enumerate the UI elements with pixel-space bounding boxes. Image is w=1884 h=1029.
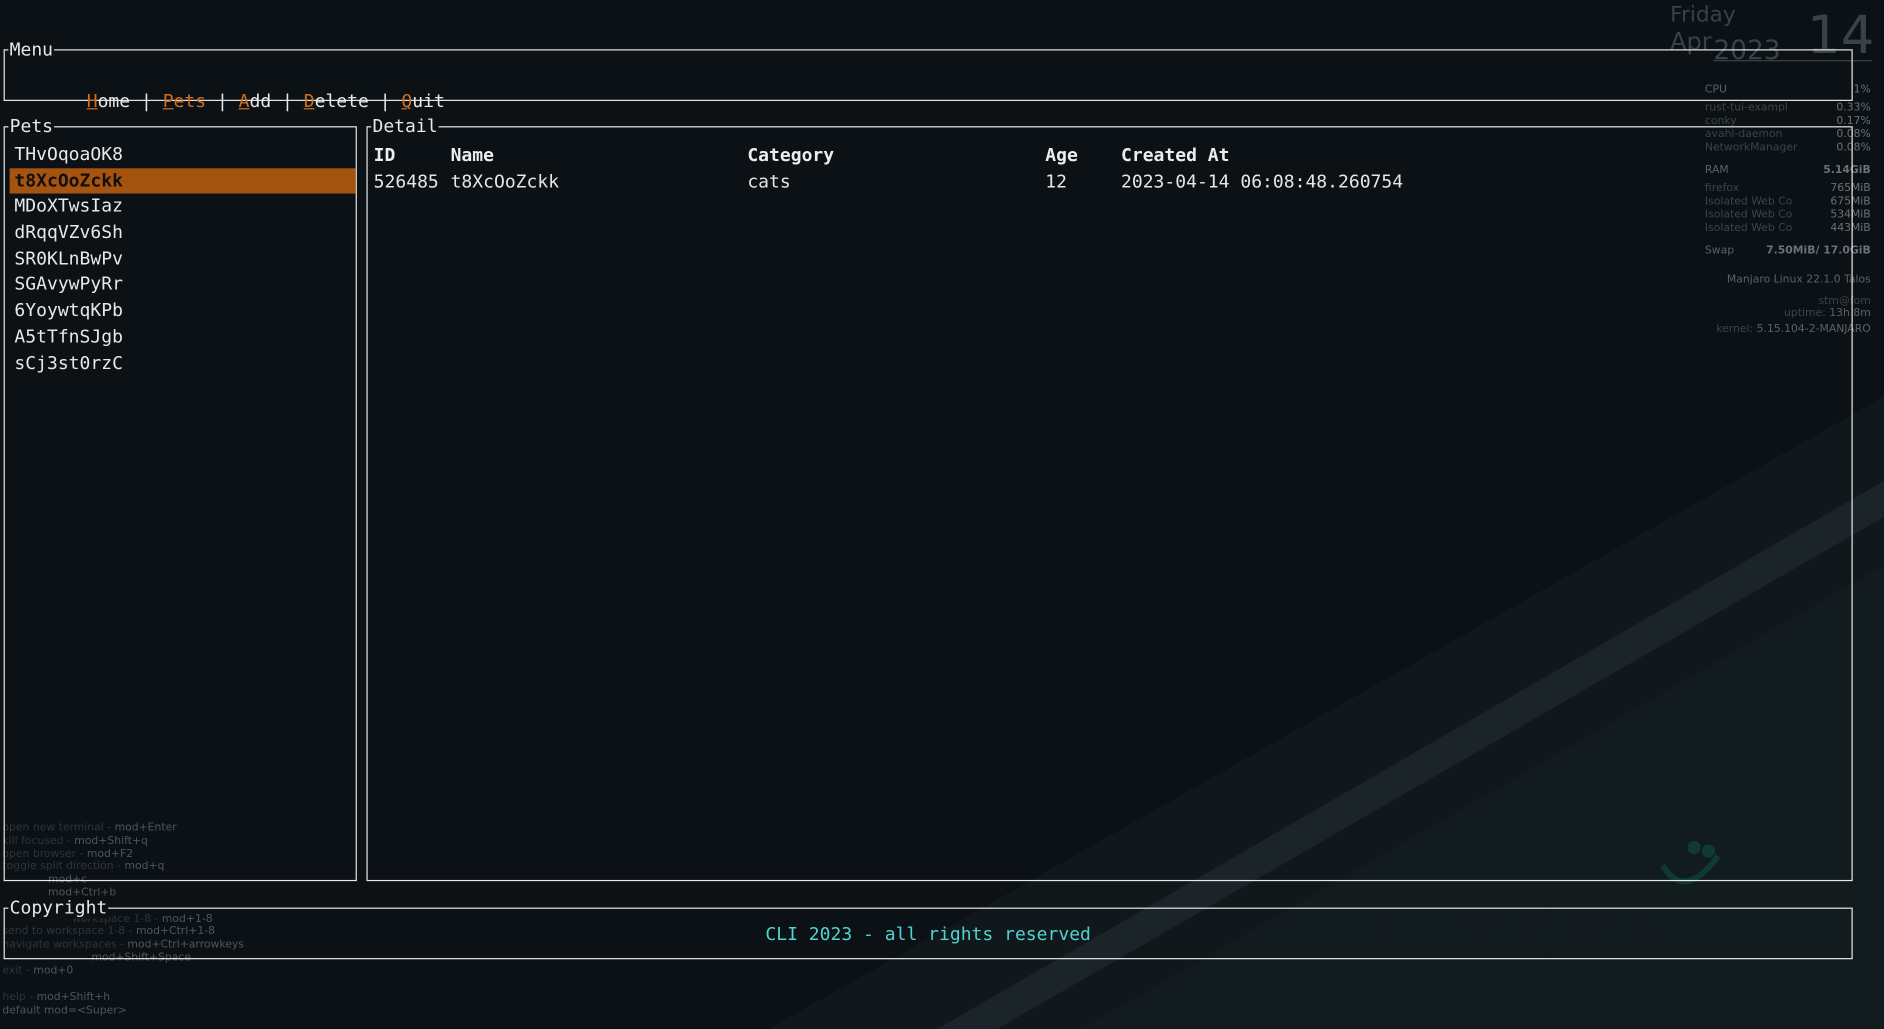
- copyright-panel: Copyright CLI 2023 - all rights reserved: [3, 896, 1853, 960]
- screen: manjaro Friday Apr 2023 14 CPU 1% rust-t…: [0, 0, 1884, 1029]
- copyright-panel-title: Copyright: [8, 896, 109, 919]
- detail-table-header: ID Name Category Age Created At: [373, 142, 1230, 168]
- column-header-id: ID: [373, 144, 396, 166]
- pet-list-item[interactable]: THvOqoaOK8: [10, 142, 356, 168]
- pet-list-item[interactable]: A5tTfnSJgb: [10, 324, 356, 350]
- menu-panel-title: Menu: [8, 38, 55, 61]
- cell-created-at: 2023-04-14 06:08:48.260754: [1120, 170, 1404, 193]
- clock-day: Friday: [1670, 2, 1736, 28]
- pet-list-item[interactable]: sCj3st0rzC: [10, 350, 356, 376]
- copyright-text: CLI 2023 - all rights reserved: [765, 923, 1091, 945]
- hint-line: help - mod+Shift+h: [2, 991, 111, 1004]
- menu-panel: Menu Home | Pets | Add | Delete | Quit: [3, 38, 1853, 112]
- pet-list: THvOqoaOK8 t8XcOoZckk MDoXTwsIaz dRqqVZv…: [9, 142, 356, 377]
- pets-panel-title: Pets: [8, 115, 55, 138]
- table-row: 526485 t8XcOoZckk cats 12 2023-04-14 06:…: [373, 168, 1403, 194]
- column-header-category: Category: [747, 144, 835, 166]
- hint-line: exit - mod+0: [2, 965, 74, 978]
- menu-separator: |: [368, 90, 402, 112]
- hint-line: default mod=<Super>: [2, 1004, 127, 1017]
- detail-panel: Detail ID Name Category Age Created At 5…: [366, 115, 1853, 882]
- menu-home[interactable]: Home: [87, 90, 130, 112]
- pets-panel: Pets THvOqoaOK8 t8XcOoZckk MDoXTwsIaz dR…: [3, 115, 357, 882]
- cpu-proc-name: rust-tui-exampl: [1704, 102, 1788, 115]
- cell-id: 526485: [373, 170, 439, 193]
- pet-list-item[interactable]: 6YoywtqKPb: [10, 298, 356, 324]
- detail-panel-title: Detail: [371, 115, 439, 138]
- cell-age: 12: [1045, 170, 1068, 193]
- pet-list-item[interactable]: SGAvywPyRr: [10, 272, 356, 298]
- menu-separator: |: [130, 90, 163, 112]
- pet-list-item-selected[interactable]: t8XcOoZckk: [9, 167, 356, 194]
- pet-list-item[interactable]: SR0KLnBwPv: [10, 246, 356, 272]
- cell-name: t8XcOoZckk: [450, 170, 560, 193]
- menu-delete[interactable]: Delete: [304, 90, 369, 112]
- pet-list-item[interactable]: MDoXTwsIaz: [10, 194, 356, 220]
- pet-list-item[interactable]: dRqqVZv6Sh: [10, 220, 356, 246]
- menu-add[interactable]: Add: [239, 90, 272, 112]
- detail-table: ID Name Category Age Created At 526485 t…: [373, 142, 1403, 195]
- cpu-proc-value: 0.33%: [1836, 102, 1871, 115]
- menu-pets[interactable]: Pets: [163, 90, 206, 112]
- column-header-name: Name: [450, 144, 494, 166]
- cell-category: cats: [747, 170, 791, 193]
- menu-separator: |: [206, 90, 239, 112]
- menu-quit[interactable]: Quit: [401, 90, 444, 112]
- cpu-value: 1%: [1853, 84, 1871, 97]
- column-header-age: Age: [1045, 144, 1078, 166]
- column-header-created-at: Created At: [1120, 144, 1230, 166]
- menu-separator: |: [271, 90, 304, 112]
